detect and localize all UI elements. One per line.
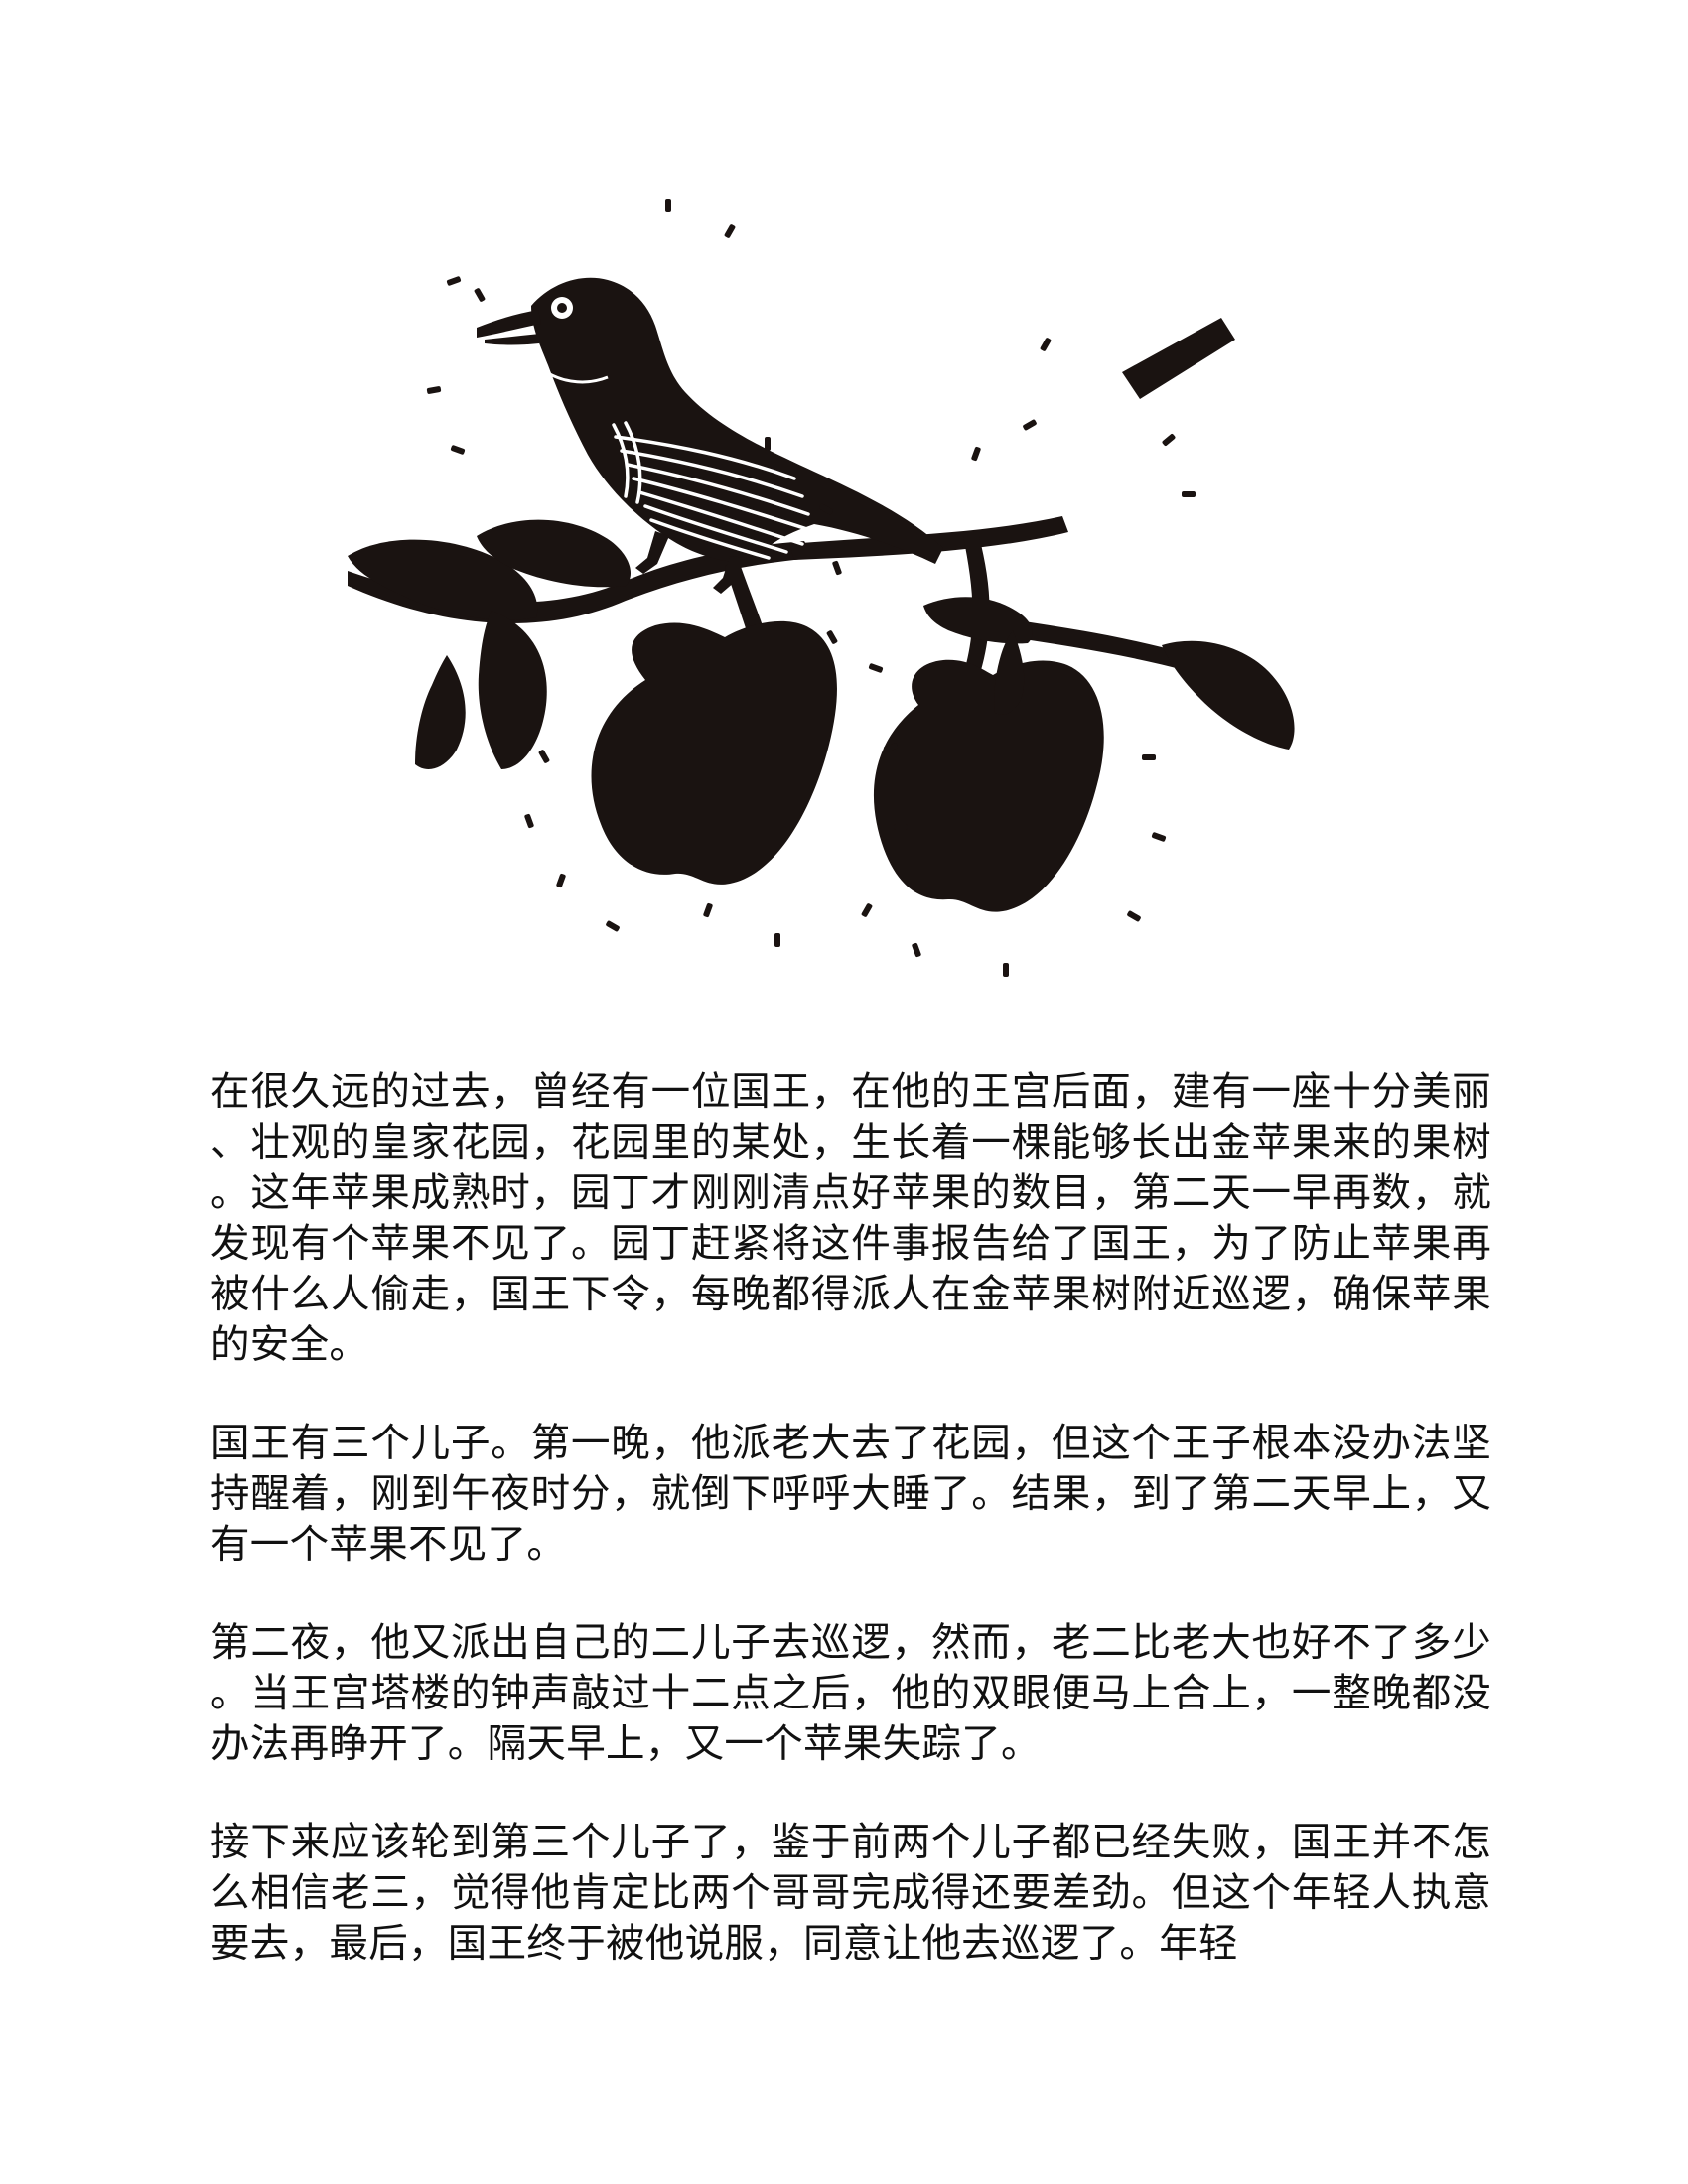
bird-on-apple-branch-illustration: [328, 189, 1360, 1023]
story-paragraph: 接下来应该轮到第三个儿子了，鉴于前两个儿子都已经失败，国王并不怎么相信老三，觉得…: [211, 1820, 1491, 1967]
story-paragraph: 在很久远的过去，曾经有一位国王，在他的王宫后面，建有一座十分美丽、壮观的皇家花园…: [211, 1069, 1491, 1368]
story-paragraph: 第二夜，他又派出自己的二儿子去巡逻，然而，老二比老大也好不了多少。当王宫塔楼的钟…: [211, 1620, 1491, 1767]
story-paragraph: 国王有三个儿子。第一晚，他派老大去了花园，但这个王子根本没办法坚持醒着，刚到午夜…: [211, 1421, 1491, 1568]
story-text: 在很久远的过去，曾经有一位国王，在他的王宫后面，建有一座十分美丽、壮观的皇家花园…: [211, 1067, 1491, 2017]
bird-on-apple-branch-woodcut-icon: [348, 199, 1295, 977]
